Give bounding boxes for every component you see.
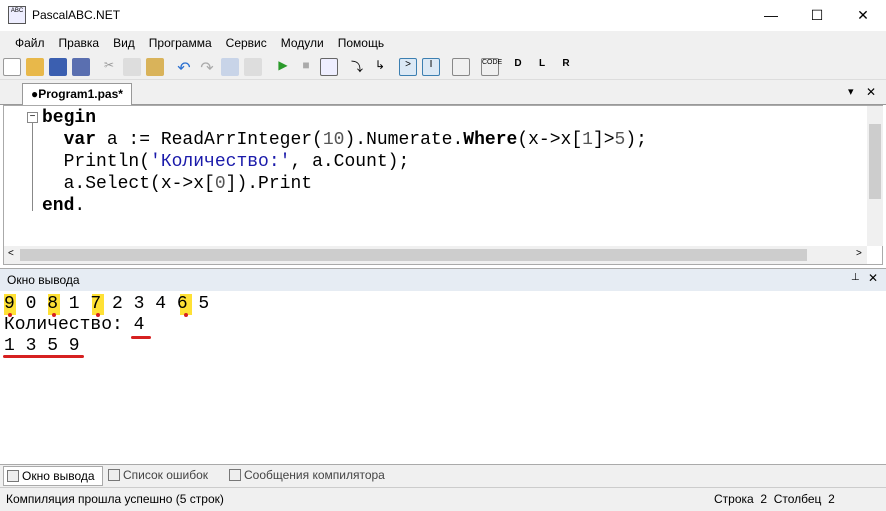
code-line-2: var a := ReadArrInteger(10).Numerate.Whe… [63,130,647,150]
menu-file[interactable]: Файл [8,31,52,55]
doc-d-icon[interactable]: D [509,58,527,76]
code-line-3: Println('Количество:', a.Count); [42,152,410,172]
menu-modules[interactable]: Модули [274,31,331,55]
app-icon: ABC [8,6,26,24]
output-line-3: 1 3 5 9 [4,336,80,356]
output-panel-title: Окно вывода [7,273,80,287]
menu-edit[interactable]: Правка [52,31,107,55]
doc-l-icon[interactable]: L [533,58,551,76]
window-title: PascalABC.NET [32,8,121,22]
scroll-right-icon[interactable]: > [856,248,862,259]
redo-icon[interactable]: ↷ [198,58,216,77]
code-line-5: end. [42,196,86,216]
code-icon[interactable]: CODE [481,58,502,76]
format-icon[interactable] [221,58,239,76]
document-icon[interactable] [452,58,470,76]
output-close-icon[interactable]: ✕ [868,271,878,285]
cut-icon[interactable]: ✂ [100,58,118,76]
tab-compiler-messages[interactable]: Сообщения компилятора [226,466,396,486]
horizontal-scroll-thumb[interactable] [20,249,807,261]
status-message: Компиляция прошла успешно (5 строк) [6,492,224,506]
tab-program1[interactable]: ●Program1.pas* [22,83,132,105]
underline-result [3,355,84,358]
vertical-scroll-thumb[interactable] [869,124,881,199]
menu-view[interactable]: Вид [106,31,142,55]
underline-count [131,336,151,339]
pin-icon[interactable]: ⊥ [851,272,860,283]
format2-icon[interactable] [244,58,262,76]
tab-dropdown-icon[interactable]: ▾ [848,85,854,98]
toolbar: ✂ ↶ ↷ ▶ ■ ⤵ ↳ > I CODE D L R [0,55,886,80]
maximize-button[interactable]: ☐ [794,0,840,31]
tab-error-list[interactable]: Список ошибок [105,466,223,486]
scroll-left-icon[interactable]: < [8,248,14,259]
tab-output-window[interactable]: Окно вывода [3,466,103,486]
menu-service[interactable]: Сервис [219,31,274,55]
error-list-icon [108,469,120,481]
open-icon[interactable] [26,58,44,76]
minimize-button[interactable]: — [748,0,794,31]
compiler-messages-icon [229,469,241,481]
output-icon [7,470,19,482]
new-file-icon[interactable] [3,58,21,76]
stop-icon[interactable]: ■ [297,58,315,76]
close-button[interactable]: ✕ [840,0,886,31]
code-line-1: begin [42,108,97,128]
output-line-1: 9 0 8 1 7 2 3 4 6 5 [4,294,210,314]
run-icon[interactable]: ▶ [274,58,292,76]
save-icon[interactable] [49,58,67,76]
output-window-icon[interactable]: > [399,58,417,76]
menu-bar: Файл Правка Вид Программа Сервис Модули Помощь [0,31,886,55]
undo-icon[interactable]: ↶ [175,58,193,77]
output-panel-header [0,268,886,291]
editor-tabstrip [0,80,886,105]
doc-r-icon[interactable]: R [557,58,575,76]
step-in-icon[interactable]: ⤵ [348,58,366,76]
tab-label: Список ошибок [123,468,209,482]
menu-program[interactable]: Программа [142,31,219,55]
tab-close-icon[interactable]: ✕ [866,85,876,99]
tab-label: Сообщения компилятора [244,468,385,482]
output-line-2: Количество: 4 [4,315,145,335]
fold-toggle-icon[interactable]: − [27,112,38,123]
fold-line [32,123,33,211]
tab-label: Окно вывода [22,469,95,483]
cursor-position: Строка 2 Столбец 2 [714,492,835,506]
debug-icon[interactable] [320,58,338,76]
error-list-icon[interactable]: I [422,58,440,76]
menu-help[interactable]: Помощь [331,31,391,55]
copy-icon[interactable] [123,58,141,76]
code-line-4: a.Select(x->x[0]).Print [42,174,313,194]
paste-icon[interactable] [146,58,164,76]
step-over-icon[interactable]: ↳ [371,58,389,76]
save-all-icon[interactable] [72,58,90,76]
